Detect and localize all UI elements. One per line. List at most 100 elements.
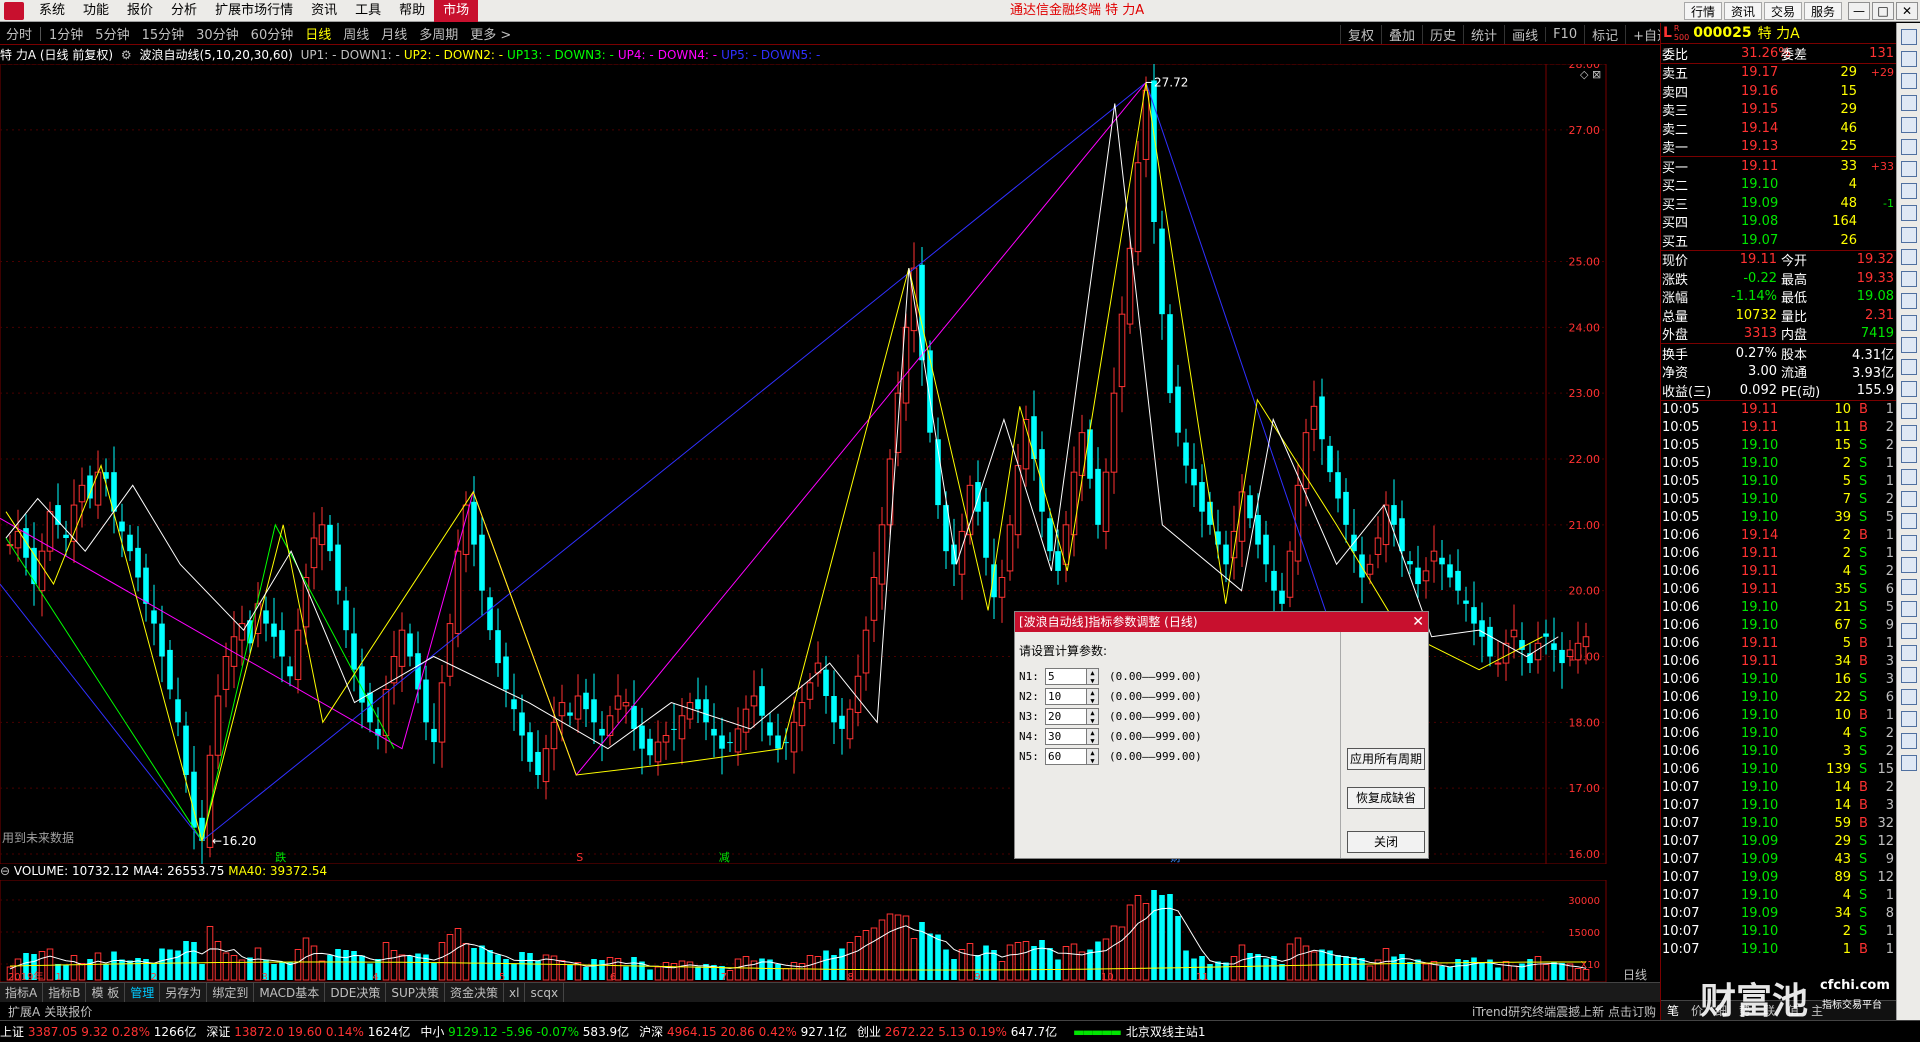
spinner-icon[interactable]: ▲ ▼: [1087, 687, 1099, 705]
ask-level[interactable]: 卖五 19.17 29 +29: [1661, 64, 1896, 82]
indicator-tab[interactable]: 指标A: [0, 982, 44, 1003]
tool-icon[interactable]: [1900, 557, 1917, 573]
collapse-icon[interactable]: ⊖: [0, 864, 10, 878]
menu-item[interactable]: 报价: [118, 0, 162, 22]
tool-icon[interactable]: [1900, 51, 1917, 67]
formula-name[interactable]: 波浪自动线(5,10,20,30,60): [139, 48, 292, 62]
tool-icon[interactable]: [1900, 755, 1917, 771]
tool-icon[interactable]: [1900, 315, 1917, 331]
toolbar-button[interactable]: 历史: [1422, 24, 1463, 44]
indicator-tab[interactable]: 模 板: [86, 982, 126, 1003]
tool-icon[interactable]: [1900, 491, 1917, 507]
minimize-icon[interactable]: —: [1848, 2, 1870, 20]
ask-level[interactable]: 卖二 19.14 46: [1661, 119, 1896, 138]
status-item[interactable]: 扩展A: [8, 1005, 40, 1019]
close-icon[interactable]: ✕: [1412, 612, 1424, 632]
menu-item[interactable]: 市场: [434, 0, 479, 22]
tool-icon[interactable]: [1900, 645, 1917, 661]
bid-level[interactable]: 买四 19.08 164: [1661, 213, 1896, 231]
menu-item[interactable]: 分析: [162, 0, 206, 22]
period-tab[interactable]: 30分钟: [190, 24, 245, 43]
period-tab[interactable]: 多周期: [413, 24, 464, 43]
spinner-icon[interactable]: ▲ ▼: [1087, 667, 1099, 685]
close-button[interactable]: 关闭: [1347, 831, 1425, 853]
bid-level[interactable]: 买一 19.11 33 +33: [1661, 157, 1896, 176]
indicator-tab[interactable]: 另存为: [160, 982, 208, 1003]
menu-item[interactable]: 帮助: [390, 0, 434, 22]
maximize-icon[interactable]: □: [1872, 2, 1894, 20]
menu-item[interactable]: 系统: [30, 0, 74, 22]
param-input[interactable]: 60: [1045, 747, 1087, 765]
indicator-tab[interactable]: SUP决策: [386, 982, 446, 1003]
menu-item[interactable]: 工具: [346, 0, 390, 22]
event-marker[interactable]: 减: [719, 851, 730, 864]
tool-icon[interactable]: [1900, 733, 1917, 749]
param-input[interactable]: 30: [1045, 727, 1087, 745]
tool-icon[interactable]: [1900, 667, 1917, 683]
indicator-tab[interactable]: 资金决策: [445, 982, 505, 1003]
tool-icon[interactable]: [1900, 359, 1917, 375]
tool-icon[interactable]: [1900, 227, 1917, 243]
period-tab[interactable]: 周线: [337, 24, 375, 43]
tool-icon[interactable]: [1900, 161, 1917, 177]
indicator-tab[interactable]: MACD基本: [254, 982, 326, 1003]
tool-icon[interactable]: [1900, 535, 1917, 551]
period-tab[interactable]: 1分钟: [43, 24, 89, 43]
tool-icon[interactable]: [1900, 623, 1917, 639]
close-icon[interactable]: ✕: [1896, 2, 1918, 20]
tool-icon[interactable]: [1900, 249, 1917, 265]
news-link[interactable]: iTrend研究终端震撼上新 点击订购: [1472, 1003, 1656, 1020]
tool-icon[interactable]: [1900, 293, 1917, 309]
spinner-icon[interactable]: ▲ ▼: [1087, 727, 1099, 745]
index-quote[interactable]: 沪深 4964.15 20.86 0.42% 927.1亿: [639, 1023, 847, 1040]
tool-icon[interactable]: [1900, 447, 1917, 463]
period-tab[interactable]: 分时: [0, 24, 38, 43]
apply-all-button[interactable]: 应用所有周期: [1347, 748, 1425, 770]
index-quote[interactable]: 创业 2672.22 5.13 0.19% 647.7亿: [857, 1023, 1057, 1040]
toolbar-button[interactable]: 标记: [1584, 24, 1625, 44]
indicator-tab[interactable]: DDE决策: [325, 982, 387, 1003]
bid-level[interactable]: 买三 19.09 48 -1: [1661, 194, 1896, 213]
tool-icon[interactable]: [1900, 513, 1917, 529]
restore-default-button[interactable]: 恢复成缺省: [1347, 787, 1425, 809]
period-tab[interactable]: 5分钟: [89, 24, 135, 43]
bid-level[interactable]: 买二 19.10 4: [1661, 176, 1896, 194]
menu-item[interactable]: 扩展市场行情: [206, 0, 302, 22]
param-input[interactable]: 20: [1045, 707, 1087, 725]
tool-icon[interactable]: [1900, 337, 1917, 353]
top-button[interactable]: 服务: [1803, 2, 1842, 20]
index-quote[interactable]: 上证 3387.05 9.32 0.28% 1266亿: [0, 1023, 196, 1040]
server-name[interactable]: 北京双线主站1: [1126, 1023, 1206, 1040]
tool-icon[interactable]: [1900, 601, 1917, 617]
menu-item[interactable]: 功能: [74, 0, 118, 22]
ask-level[interactable]: 卖三 19.15 29: [1661, 101, 1896, 119]
tool-icon[interactable]: [1900, 205, 1917, 221]
tool-icon[interactable]: [1900, 711, 1917, 727]
index-quote[interactable]: 中小 9129.12 -5.96 -0.07% 583.9亿: [420, 1023, 629, 1040]
tool-icon[interactable]: [1900, 469, 1917, 485]
tool-icon[interactable]: [1900, 403, 1917, 419]
ask-level[interactable]: 卖一 19.13 25: [1661, 138, 1896, 156]
param-input[interactable]: 5: [1045, 667, 1087, 685]
tool-icon[interactable]: [1900, 579, 1917, 595]
tool-icon[interactable]: [1900, 95, 1917, 111]
spinner-icon[interactable]: ▲ ▼: [1087, 747, 1099, 765]
spinner-icon[interactable]: ▲ ▼: [1087, 707, 1099, 725]
tool-icon[interactable]: [1900, 73, 1917, 89]
period-tab[interactable]: 日线: [299, 24, 337, 43]
top-button[interactable]: 行情: [1683, 2, 1722, 20]
period-tab[interactable]: 更多 >: [464, 24, 517, 43]
tick-trades[interactable]: 10:05 19.11 10 B 1 10:05 19.11 11 B 2 10:05 19.10 15…: [1661, 401, 1896, 959]
tool-icon[interactable]: [1900, 271, 1917, 287]
period-tab[interactable]: 60分钟: [245, 24, 300, 43]
event-marker[interactable]: 跌: [275, 850, 286, 864]
top-button[interactable]: 资讯: [1723, 2, 1762, 20]
event-marker[interactable]: S: [576, 851, 583, 864]
toolbar-button[interactable]: 复权: [1340, 24, 1381, 44]
toolbar-button[interactable]: 叠加: [1381, 24, 1422, 44]
period-tab[interactable]: 月线: [375, 24, 413, 43]
indicator-tab[interactable]: xl: [504, 982, 526, 1003]
tool-icon[interactable]: [1900, 117, 1917, 133]
indicator-tab[interactable]: 绑定到: [207, 982, 255, 1003]
quote-tab[interactable]: 笔: [1661, 1002, 1685, 1019]
